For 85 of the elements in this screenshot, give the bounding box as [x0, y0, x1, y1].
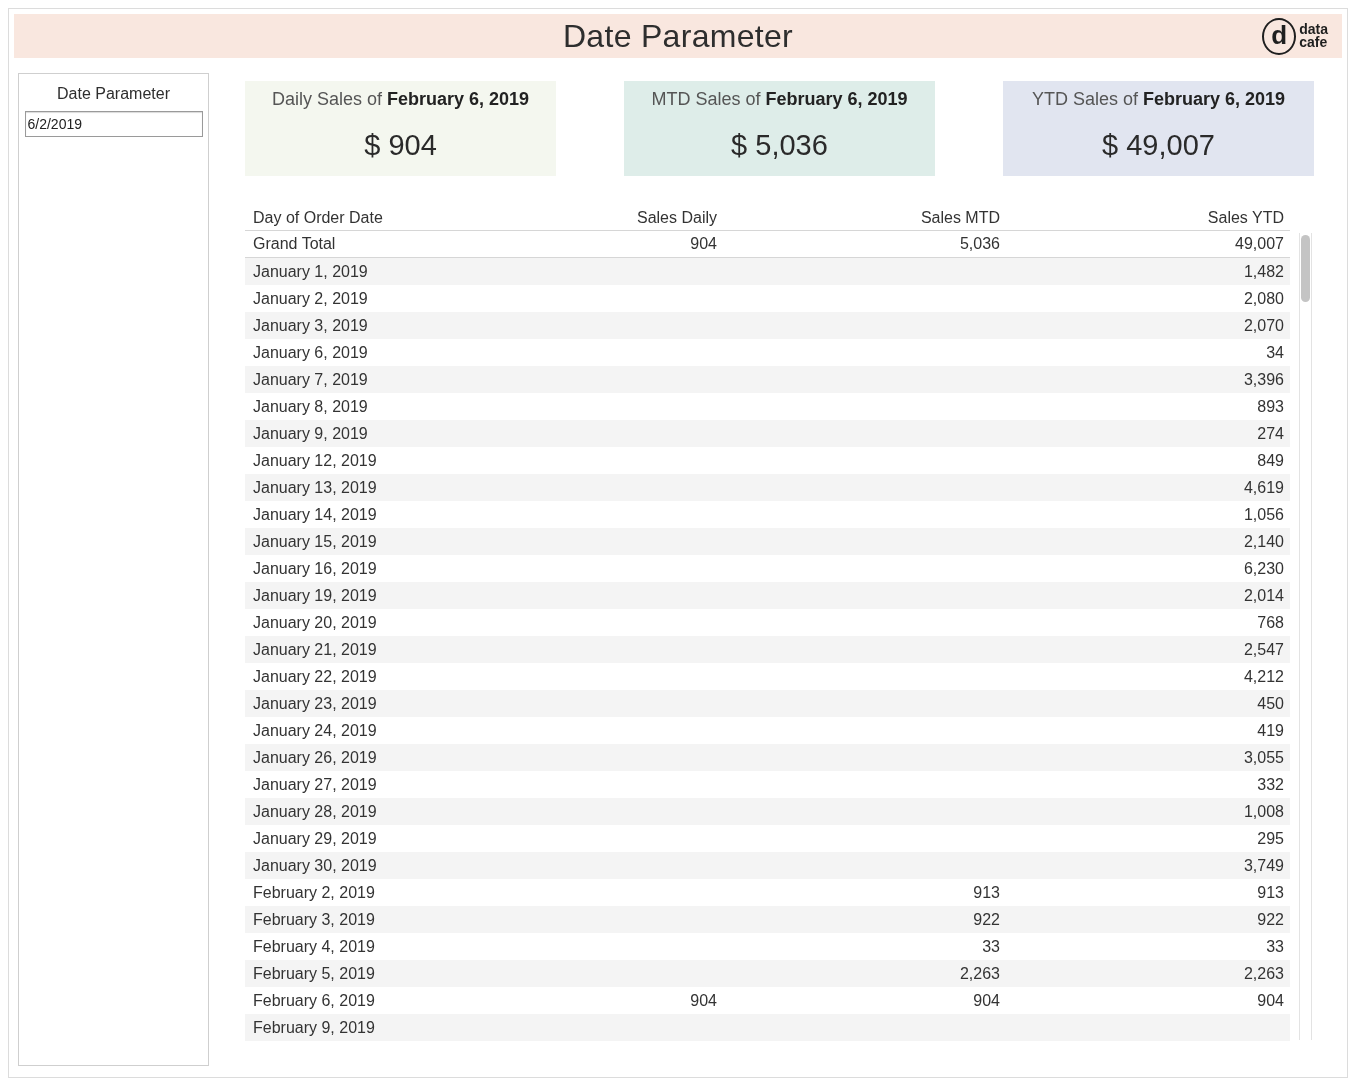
date-cell: February 3, 2019: [253, 910, 375, 929]
table-cell: 2,014: [1243, 586, 1284, 605]
date-cell: January 16, 2019: [253, 559, 377, 578]
date-cell: January 21, 2019: [253, 640, 377, 659]
table-cell: 1,482: [1243, 262, 1284, 281]
date-cell: January 22, 2019: [253, 667, 377, 686]
table-cell: 768: [1257, 613, 1284, 632]
logo-mark: d: [1262, 17, 1297, 55]
date-cell: January 27, 2019: [253, 775, 377, 794]
date-cell: January 15, 2019: [253, 532, 377, 551]
date-cell: January 2, 2019: [253, 289, 368, 308]
table-cell: 4,212: [1243, 667, 1284, 686]
kpi-card-title: YTD Sales of February 6, 2019: [1031, 88, 1286, 110]
date-cell: February 6, 2019: [253, 991, 375, 1010]
table-cell: 332: [1257, 775, 1284, 794]
date-cell: January 1, 2019: [253, 262, 368, 281]
table-cell: 295: [1257, 829, 1284, 848]
table-cell: 33: [982, 937, 1000, 956]
date-cell: January 14, 2019: [253, 505, 377, 524]
date-cell: February 5, 2019: [253, 964, 375, 983]
kpi-card-value: $ 904: [364, 129, 437, 161]
scrollbar-track[interactable]: [1299, 233, 1312, 1040]
scrollbar-thumb[interactable]: [1301, 235, 1310, 302]
date-cell: January 19, 2019: [253, 586, 377, 605]
date-cell: January 28, 2019: [253, 802, 377, 821]
table-cell: 922: [1257, 910, 1284, 929]
table-cell: 2,080: [1243, 289, 1284, 308]
grand-total-cell: 5,036: [959, 235, 1000, 253]
table-cell: 33: [1266, 937, 1284, 956]
table-cell: 3,749: [1243, 856, 1284, 875]
logo-text: data: [1299, 23, 1328, 36]
grand-total-label: Grand Total: [253, 235, 336, 253]
table-cell: 913: [973, 883, 1000, 902]
table-cell: 1,056: [1243, 505, 1284, 524]
table-cell: 274: [1257, 424, 1284, 443]
table-cell: 2,263: [1243, 964, 1284, 983]
column-header: Day of Order Date: [253, 209, 383, 227]
table-cell: 3,055: [1243, 748, 1284, 767]
table-cell: 849: [1257, 451, 1284, 470]
table-cell: 2,140: [1243, 532, 1284, 551]
column-header: Sales YTD: [1207, 209, 1284, 227]
table-cell: 34: [1266, 343, 1284, 362]
table-cell: 450: [1257, 694, 1284, 713]
table-cell: 893: [1257, 397, 1284, 416]
date-cell: January 6, 2019: [253, 343, 368, 362]
table-cell: 904: [973, 991, 1000, 1010]
kpi-card-title: Daily Sales of February 6, 2019: [271, 88, 530, 110]
parameter-label: Date Parameter: [57, 84, 170, 104]
column-header: Sales Daily: [636, 209, 717, 227]
table-cell: 3,396: [1243, 370, 1284, 389]
date-cell: February 9, 2019: [253, 1018, 375, 1037]
table-cell: 922: [973, 910, 1000, 929]
date-cell: January 9, 2019: [253, 424, 368, 443]
table-cell: 6,230: [1243, 559, 1284, 578]
table-cell: 904: [690, 991, 717, 1010]
column-header: Sales MTD: [920, 209, 1000, 227]
date-cell: January 7, 2019: [253, 370, 368, 389]
kpi-card-value: $ 5,036: [731, 129, 828, 161]
dashboard-title: Date Parameter: [562, 17, 794, 55]
date-cell: January 29, 2019: [253, 829, 377, 848]
table-cell: 913: [1257, 883, 1284, 902]
date-cell: January 23, 2019: [253, 694, 377, 713]
kpi-card-title: MTD Sales of February 6, 2019: [651, 88, 908, 110]
date-cell: January 24, 2019: [253, 721, 377, 740]
date-cell: February 2, 2019: [253, 883, 375, 902]
grand-total-cell: 49,007: [1235, 235, 1284, 253]
date-cell: January 30, 2019: [253, 856, 377, 875]
date-cell: February 4, 2019: [253, 937, 375, 956]
date-cell: January 20, 2019: [253, 613, 377, 632]
table-cell: 419: [1257, 721, 1284, 740]
date-cell: January 8, 2019: [253, 397, 368, 416]
logo-text: cafe: [1299, 36, 1328, 49]
grand-total-cell: 904: [690, 235, 717, 253]
kpi-card-value: $ 49,007: [1102, 129, 1215, 161]
table-cell: 904: [1257, 991, 1284, 1010]
date-cell: January 26, 2019: [253, 748, 377, 767]
date-cell: January 12, 2019: [253, 451, 377, 470]
table-cell: 2,070: [1243, 316, 1284, 335]
date-cell: January 13, 2019: [253, 478, 377, 497]
table-cell: 2,547: [1243, 640, 1284, 659]
date-input-field[interactable]: 6/2/2019: [24, 111, 203, 137]
table-cell: 1,008: [1243, 802, 1284, 821]
date-cell: January 3, 2019: [253, 316, 368, 335]
table-cell: 4,619: [1243, 478, 1284, 497]
table-cell: 2,263: [959, 964, 1000, 983]
